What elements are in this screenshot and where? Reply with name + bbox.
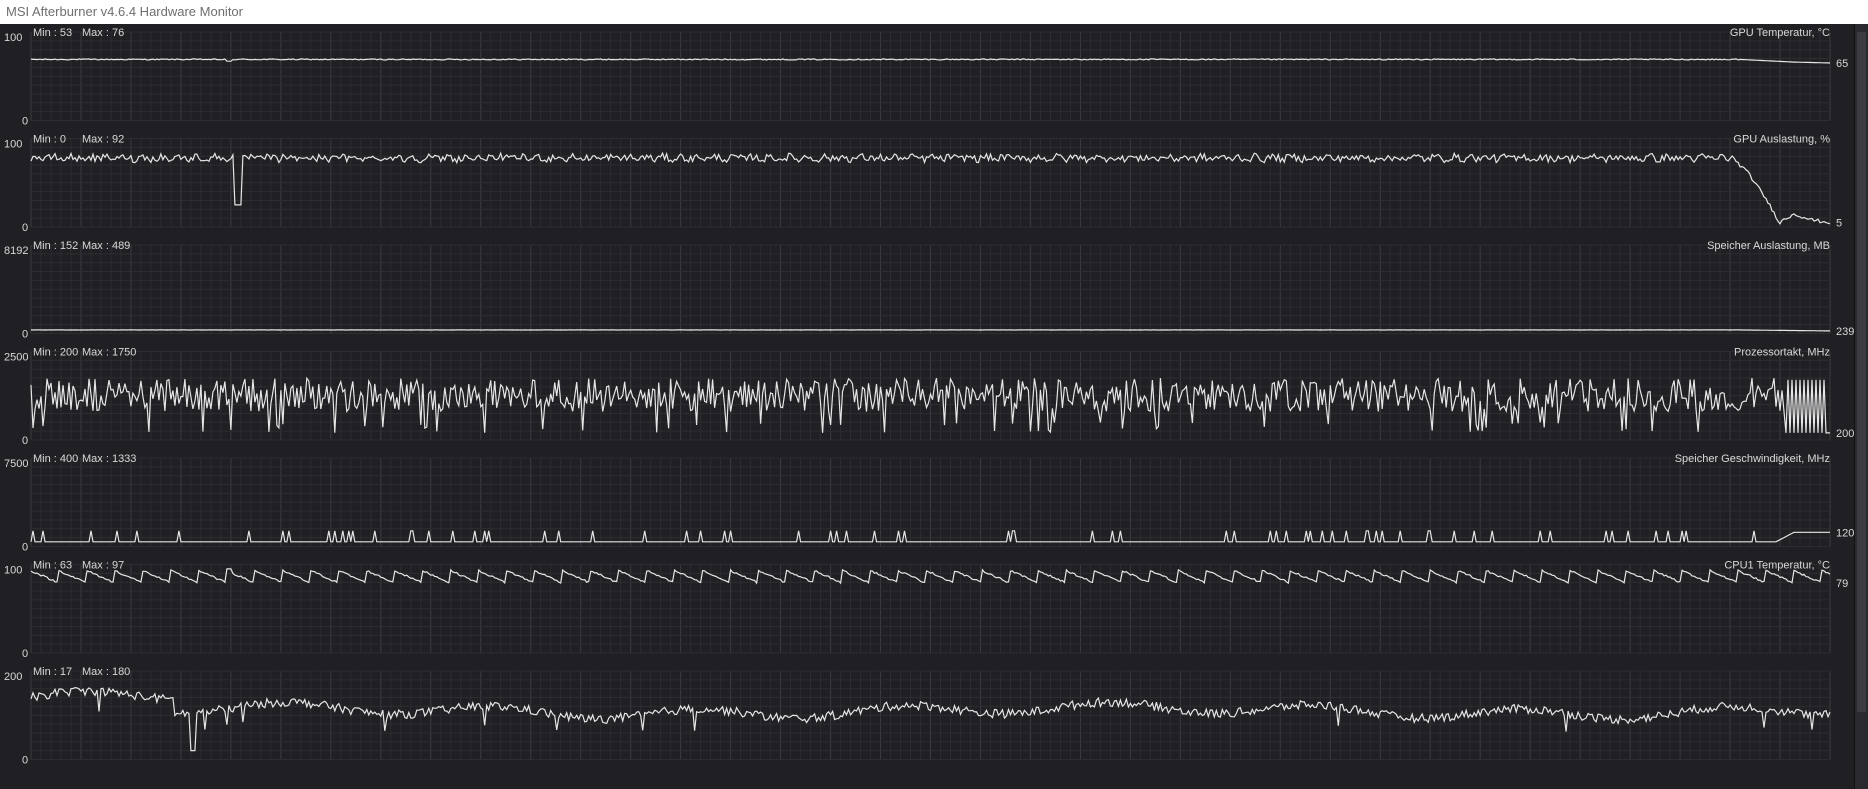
graph-title: Prozessortakt, MHz <box>1734 347 1830 359</box>
graph-title: Speicher Geschwindigkeit, MHz <box>1675 453 1830 465</box>
scale-bottom-label: 0 <box>22 116 28 128</box>
max-label: Max : 92 <box>82 134 124 146</box>
max-label: Max : 97 <box>82 560 124 572</box>
current-value-label: 5 <box>1836 218 1842 230</box>
scrollbar-thumb[interactable] <box>1857 32 1866 712</box>
min-label: Min : 17 <box>33 666 72 678</box>
graph-canvas: 1000Min : 53 Max : 76 GPU Temperatur, °C65… <box>4 27 1860 767</box>
scale-top-label: 8192 <box>4 245 28 257</box>
graph-grid <box>30 457 1831 547</box>
scale-bottom-label: 0 <box>22 542 28 554</box>
max-label: Max : 1750 <box>82 347 136 359</box>
graph-grid <box>30 244 1831 334</box>
max-label: Max : 1333 <box>82 453 136 465</box>
graph-panel-gpu-temp[interactable]: 100 0 Min : 53 Max : 76 GPU Temperatur, °C 65 <box>4 27 1848 128</box>
vertical-scrollbar[interactable] <box>1854 24 1868 789</box>
scale-top-label: 100 <box>4 32 22 44</box>
min-label: Min : 0 <box>33 134 66 146</box>
current-value-label: 239 <box>1836 326 1854 338</box>
graph-panel-core-clock[interactable]: 2500 0 Min : 200 Max : 1750 Prozessortakt, M… <box>4 347 1854 448</box>
scale-bottom-label: 0 <box>22 755 28 767</box>
scale-bottom-label: 0 <box>22 648 28 660</box>
min-label: Min : 400 <box>33 453 78 465</box>
scale-top-label: 200 <box>4 671 22 683</box>
graph-grid <box>30 670 1831 760</box>
graph-grid <box>30 31 1831 121</box>
graph-grid <box>30 138 1831 228</box>
min-label: Min : 200 <box>33 347 78 359</box>
scale-top-label: 7500 <box>4 458 28 470</box>
scale-top-label: 2500 <box>4 352 28 364</box>
graph-title: GPU Temperatur, °C <box>1730 27 1830 39</box>
current-value-label: 79 <box>1836 578 1848 590</box>
graph-panel-mem-clock[interactable]: 7500 0 Min : 400 Max : 1333 Speicher Geschwi… <box>4 453 1860 554</box>
min-label: Min : 63 <box>33 560 72 572</box>
window-title: MSI Afterburner v4.6.4 Hardware Monitor <box>0 0 1868 24</box>
scale-bottom-label: 0 <box>22 222 28 234</box>
scale-bottom-label: 0 <box>22 329 28 341</box>
scale-top-label: 100 <box>4 565 22 577</box>
max-label: Max : 489 <box>82 240 130 252</box>
graph-title: GPU Auslastung, % <box>1733 134 1830 146</box>
max-label: Max : 180 <box>82 666 130 678</box>
min-label: Min : 152 <box>33 240 78 252</box>
scale-bottom-label: 0 <box>22 435 28 447</box>
graph-title: CPU1 Temperatur, °C <box>1724 560 1830 572</box>
graph-panel-unnamed-7[interactable]: 200 0 Min : 17 Max : 180 <box>4 666 1831 767</box>
graph-title: Speicher Auslastung, MB <box>1707 240 1830 252</box>
hardware-monitor-panel[interactable]: 100 0 Min : 53 Max : 76 GPU Temperatur, °C 65… <box>0 24 1868 789</box>
graph-panel-cpu-temp[interactable]: 100 0 Min : 63 Max : 97 CPU1 Temperatur, °C 7… <box>4 560 1848 661</box>
min-label: Min : 53 <box>33 27 72 39</box>
scale-top-label: 100 <box>4 139 22 151</box>
graph-panel-mem-usage[interactable]: 8192 0 Min : 152 Max : 489 Speicher Auslastu… <box>4 240 1854 341</box>
current-value-label: 65 <box>1836 58 1848 70</box>
graph-panel-gpu-load[interactable]: 100 0 Min : 0 Max : 92 GPU Auslastung, % 5 <box>4 134 1842 235</box>
max-label: Max : 76 <box>82 27 124 39</box>
current-value-label: 200 <box>1836 428 1854 440</box>
